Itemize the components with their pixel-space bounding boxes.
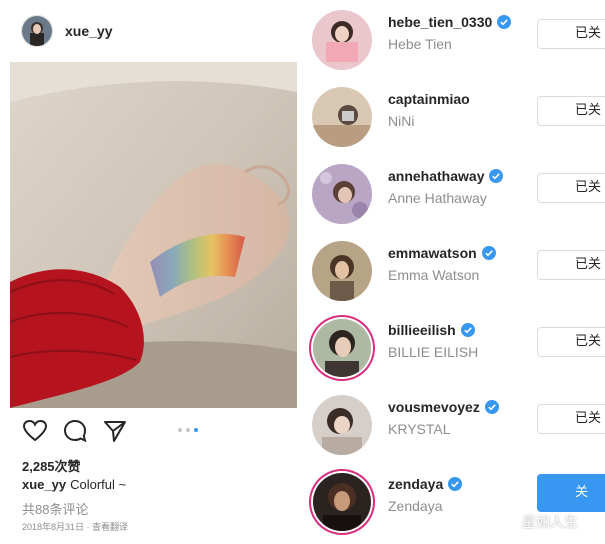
full-name: Emma Watson: [388, 267, 480, 283]
username: emmawatson: [388, 245, 496, 261]
avatar[interactable]: [312, 241, 372, 301]
verified-icon: [448, 477, 463, 491]
username: billieeilish: [388, 322, 475, 338]
post-panel: xue_yy 2,285次赞 xue_yy Colorful ~ 共88条评论 …: [0, 0, 306, 544]
verified-icon: [497, 15, 512, 29]
view-comments-link[interactable]: 共88条评论: [22, 499, 88, 518]
avatar[interactable]: [312, 164, 372, 224]
avatar[interactable]: [312, 10, 372, 70]
caption-text: Colorful ~: [70, 477, 127, 492]
full-name: Anne Hathaway: [388, 190, 487, 206]
full-name: NiNi: [388, 113, 415, 129]
avatar-story-ring[interactable]: [313, 319, 371, 377]
full-name: Hebe Tien: [388, 36, 452, 52]
follow-button[interactable]: 关: [537, 474, 605, 512]
username: annehathaway: [388, 168, 504, 184]
avatar[interactable]: [312, 395, 372, 455]
post-date-translate[interactable]: 2018年8月31日 · 查看翻译: [22, 520, 128, 533]
following-button[interactable]: 已关: [537, 250, 605, 280]
carousel-indicator: [178, 428, 198, 432]
list-item[interactable]: vousmevoyez KRYSTAL 已关: [306, 389, 605, 465]
carousel-dot-active: [194, 428, 198, 432]
following-button[interactable]: 已关: [537, 327, 605, 357]
username: vousmevoyez: [388, 399, 499, 415]
watermark: 星如人生: [522, 515, 578, 531]
verified-icon: [481, 246, 496, 260]
full-name: Zendaya: [388, 498, 443, 514]
username: zendaya: [388, 476, 463, 492]
caption-username[interactable]: xue_yy: [22, 477, 66, 492]
post-author-avatar[interactable]: [21, 15, 53, 47]
post-actions-bar: [10, 418, 297, 448]
carousel-dot: [186, 428, 190, 432]
post-caption: xue_yy Colorful ~: [22, 477, 126, 492]
share-icon[interactable]: [102, 418, 128, 444]
username: captainmiao: [388, 91, 470, 107]
avatar[interactable]: [312, 87, 372, 147]
list-item[interactable]: annehathaway Anne Hathaway 已关: [306, 158, 605, 234]
post-author-username[interactable]: xue_yy: [65, 23, 112, 39]
following-button[interactable]: 已关: [537, 19, 605, 49]
post-header: xue_yy: [0, 0, 302, 62]
post-photo[interactable]: [10, 62, 297, 408]
list-item[interactable]: captainmiao NiNi 已关: [306, 81, 605, 157]
following-button[interactable]: 已关: [537, 404, 605, 434]
full-name: BILLIE EILISH: [388, 344, 479, 360]
list-item[interactable]: hebe_tien_0330 Hebe Tien 已关: [306, 4, 605, 80]
comment-icon[interactable]: [62, 418, 88, 444]
full-name: KRYSTAL: [388, 421, 451, 437]
verified-icon: [489, 169, 504, 183]
carousel-dot: [178, 428, 182, 432]
heart-icon[interactable]: [22, 418, 48, 444]
following-list: hebe_tien_0330 Hebe Tien 已关 captainmiao …: [306, 0, 605, 544]
following-button[interactable]: 已关: [537, 96, 605, 126]
list-item[interactable]: billieeilish BILLIE EILISH 已关: [306, 312, 605, 388]
username: hebe_tien_0330: [388, 14, 512, 30]
following-button[interactable]: 已关: [537, 173, 605, 203]
avatar-story-ring[interactable]: [313, 473, 371, 531]
likes-count[interactable]: 2,285次赞: [22, 456, 81, 475]
verified-icon: [484, 400, 499, 414]
list-item[interactable]: emmawatson Emma Watson 已关: [306, 235, 605, 311]
verified-icon: [460, 323, 475, 337]
